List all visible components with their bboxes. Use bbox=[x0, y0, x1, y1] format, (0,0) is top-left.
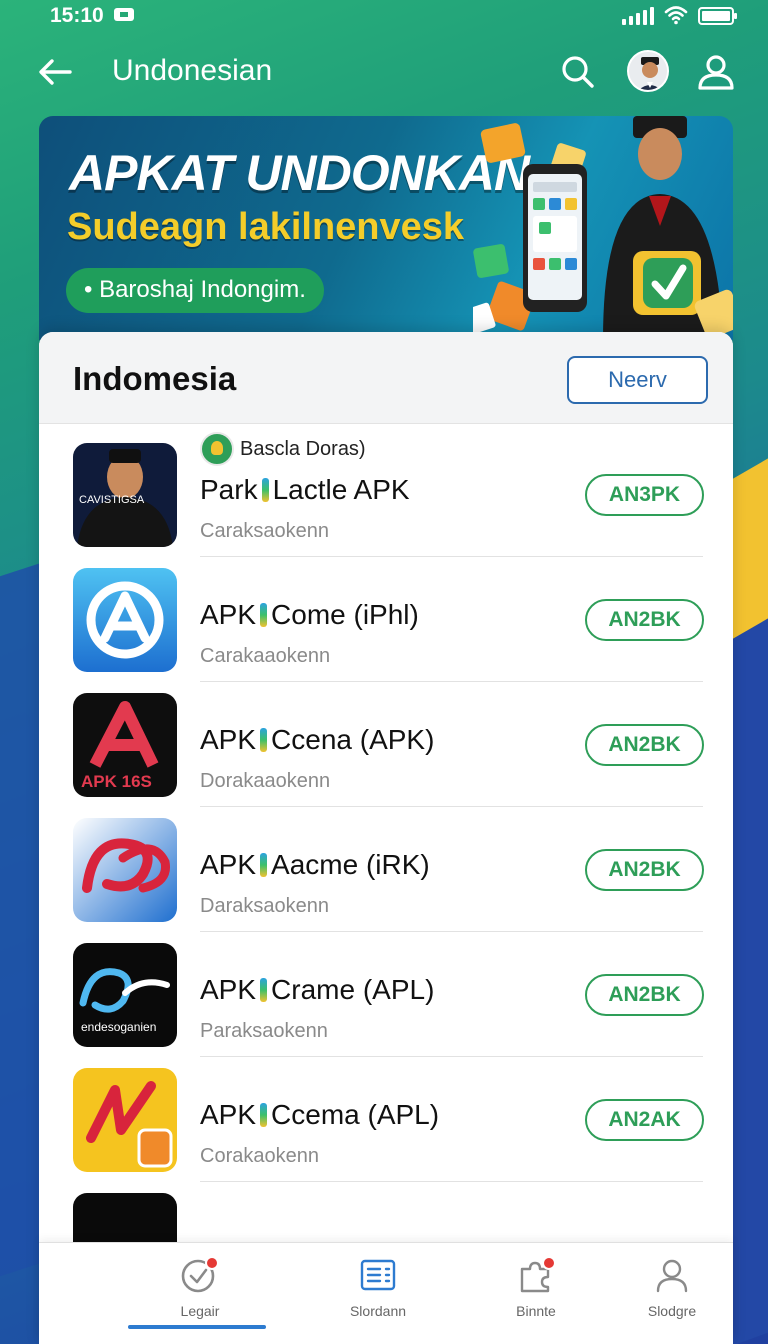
source-label: Bascla Doras) bbox=[240, 437, 366, 460]
app-icon-text: APK 16S bbox=[81, 772, 152, 791]
app-mark-icon bbox=[260, 603, 268, 627]
signal-icon bbox=[622, 7, 654, 25]
section-title: Indomesia bbox=[73, 360, 237, 397]
source-line: Bascla Doras) bbox=[200, 432, 366, 466]
app-icon[interactable] bbox=[73, 1068, 177, 1172]
promo-banner[interactable]: APKAT UNDONKAN Sudeagn lakilnenvesk • Ba… bbox=[39, 116, 733, 340]
app-action-button[interactable]: AN2BK bbox=[585, 599, 704, 641]
list-item[interactable]: endesoganien APK Crame (APL) Paraksaokenn… bbox=[39, 932, 733, 1057]
banner-subtitle: Sudeagn lakilnenvesk bbox=[67, 206, 465, 248]
app-name-prefix: APK bbox=[200, 724, 257, 755]
status-time: 15:10 bbox=[50, 4, 104, 27]
list-item[interactable]: APK 16S APK Ccena (APK) Dorakaaokenn AN2B… bbox=[39, 682, 733, 807]
app-subtitle: Dorakaaokenn bbox=[200, 770, 331, 792]
app-icon[interactable] bbox=[73, 568, 177, 672]
nav-label: Legair bbox=[180, 1303, 220, 1319]
app-mark-icon bbox=[260, 853, 268, 877]
app-name-prefix: APK bbox=[200, 849, 257, 880]
app-icon-text: endesoganien bbox=[81, 1020, 156, 1034]
app-subtitle: Corakaokenn bbox=[200, 1145, 319, 1167]
app-icon[interactable]: APK 16S bbox=[73, 693, 177, 797]
app-icon[interactable] bbox=[73, 818, 177, 922]
source-logo-icon bbox=[200, 432, 234, 466]
page-title: Undonesian bbox=[112, 54, 273, 87]
list-item[interactable]: APK Aacme (iRK) Daraksaokenn AN2BK bbox=[39, 807, 733, 932]
app-name-suffix: Lactle APK bbox=[272, 474, 410, 505]
app-mark-icon bbox=[260, 728, 268, 752]
list-item[interactable]: APK Ccema (APL) Corakaokenn AN2AK bbox=[39, 1057, 733, 1182]
app-list: Bascla Doras) CAVISTIGSA Park Lactle APK … bbox=[39, 432, 733, 1307]
banner-pill[interactable]: • Baroshaj Indongim. bbox=[66, 268, 324, 313]
app-subtitle: Carakaaokenn bbox=[200, 645, 331, 667]
app-action-button[interactable]: AN2BK bbox=[585, 724, 704, 766]
app-name-suffix: Come (iPhl) bbox=[271, 599, 419, 630]
app-mark-icon bbox=[260, 1103, 268, 1127]
bottom-nav: Legair Slordann Binnte Slodgre bbox=[39, 1242, 733, 1344]
back-arrow-icon[interactable] bbox=[34, 52, 76, 92]
app-name: APK Ccena (APK) bbox=[200, 724, 434, 756]
app-bar: Undonesian bbox=[0, 40, 768, 104]
app-name: APK Come (iPhl) bbox=[200, 599, 419, 631]
app-name: Park Lactle APK bbox=[200, 474, 410, 506]
list-item[interactable]: APK Come (iPhl) Carakaaokenn AN2BK bbox=[39, 557, 733, 682]
nav-label: Slordann bbox=[349, 1303, 407, 1319]
app-mark-icon bbox=[260, 978, 268, 1002]
app-action-button[interactable]: AN2BK bbox=[585, 974, 704, 1016]
list-item[interactable]: Bascla Doras) CAVISTIGSA Park Lactle APK … bbox=[39, 432, 733, 557]
section-header: Indomesia Neerv bbox=[39, 332, 733, 424]
app-name: APK Aacme (iRK) bbox=[200, 849, 430, 881]
active-tab-indicator bbox=[128, 1325, 266, 1329]
nav-item-slordann[interactable]: Slordann bbox=[318, 1255, 438, 1335]
app-icon-text: CAVISTIGSA bbox=[79, 494, 145, 506]
nav-item-binnte[interactable]: Binnte bbox=[476, 1255, 596, 1335]
clock-icon bbox=[181, 1256, 219, 1293]
banner-title: APKAT UNDONKAN bbox=[69, 145, 530, 201]
nav-label: Slodgre bbox=[647, 1303, 697, 1319]
app-mark-icon bbox=[261, 478, 269, 502]
app-action-button[interactable]: AN2AK bbox=[585, 1099, 704, 1141]
battery-icon bbox=[698, 7, 737, 25]
app-action-button[interactable]: AN2BK bbox=[585, 849, 704, 891]
nav-item-slodgre[interactable]: Slodgre bbox=[612, 1255, 732, 1335]
status-icons bbox=[622, 5, 737, 25]
app-subtitle: Daraksaokenn bbox=[200, 895, 329, 917]
new-button[interactable]: Neerv bbox=[567, 356, 708, 404]
app-icon[interactable]: CAVISTIGSA bbox=[73, 443, 177, 547]
app-name-prefix: APK bbox=[200, 1099, 257, 1130]
app-name-prefix: APK bbox=[200, 599, 257, 630]
app-name-suffix: Ccena (APK) bbox=[271, 724, 435, 755]
search-icon[interactable] bbox=[560, 52, 596, 92]
puzzle-icon bbox=[520, 1256, 556, 1293]
banner-illustration bbox=[473, 116, 733, 340]
app-name-suffix: Aacme (iRK) bbox=[271, 849, 430, 880]
nav-item-legair[interactable]: Legair bbox=[140, 1255, 260, 1335]
status-bar: 15:10 bbox=[0, 0, 768, 30]
profile-icon[interactable] bbox=[694, 52, 738, 92]
app-name-prefix: Park bbox=[200, 474, 258, 505]
app-subtitle: Paraksaokenn bbox=[200, 1020, 328, 1042]
app-name-suffix: Crame (APL) bbox=[271, 974, 435, 1005]
app-name: APK Ccema (APL) bbox=[200, 1099, 439, 1131]
avatar[interactable] bbox=[627, 50, 669, 92]
user-icon bbox=[656, 1259, 688, 1293]
app-subtitle: Caraksaokenn bbox=[200, 520, 329, 542]
wifi-icon bbox=[664, 6, 688, 25]
list-icon bbox=[360, 1259, 396, 1291]
notification-icon bbox=[114, 8, 134, 21]
app-list-card: Indomesia Neerv Bascla Doras) CAVISTIGSA… bbox=[39, 332, 733, 1344]
app-action-button[interactable]: AN3PK bbox=[585, 474, 704, 516]
app-name-suffix: Ccema (APL) bbox=[271, 1099, 440, 1130]
app-icon[interactable]: endesoganien bbox=[73, 943, 177, 1047]
app-name: APK Crame (APL) bbox=[200, 974, 434, 1006]
nav-label: Binnte bbox=[516, 1303, 556, 1319]
app-name-prefix: APK bbox=[200, 974, 257, 1005]
